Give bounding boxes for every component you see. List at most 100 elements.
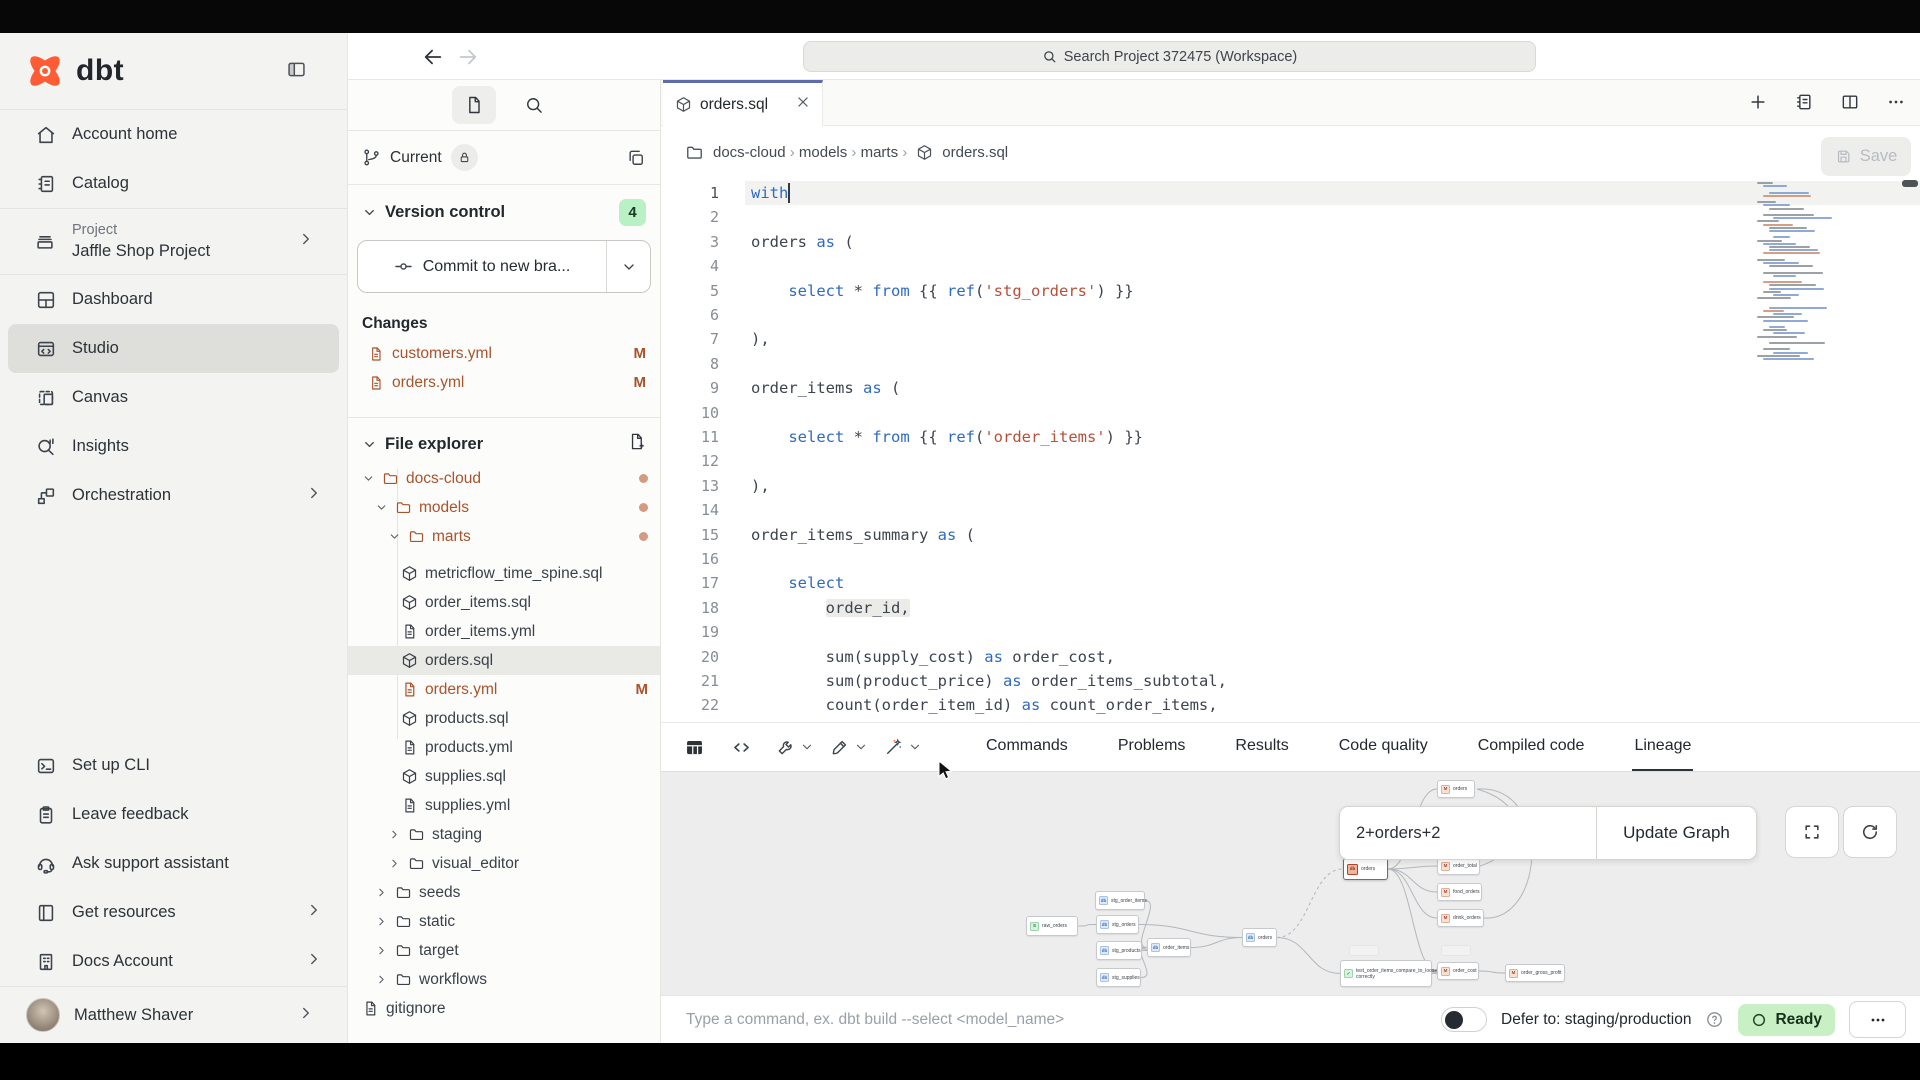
lineage-node-raw-orders[interactable]: Sraw_orders — [1026, 916, 1078, 936]
forward-button[interactable] — [455, 44, 481, 70]
breadcrumb-item-marts[interactable]: marts — [861, 144, 899, 161]
tree-item-staging[interactable]: staging — [348, 820, 660, 849]
lineage-node-stg-supplies[interactable]: dbstg_supplies — [1096, 968, 1141, 987]
update-graph-button[interactable]: Update Graph — [1596, 807, 1756, 859]
lineage-node-order-cost[interactable]: Morder_cost — [1437, 962, 1479, 980]
refresh-graph-button[interactable] — [1843, 806, 1897, 858]
code-editor[interactable]: 1with23orders as (45 select * from {{ re… — [661, 178, 1920, 722]
chevron-down-icon[interactable] — [908, 740, 922, 754]
editor-minimap[interactable] — [1757, 182, 1847, 364]
split-editor-icon[interactable] — [1840, 92, 1860, 117]
sidebar-item-ask-support-assistant[interactable]: Ask support assistant — [8, 839, 339, 888]
save-button[interactable]: Save — [1821, 137, 1911, 176]
file-explorer-header[interactable]: File explorer — [348, 418, 660, 464]
new-tab-icon[interactable] — [1748, 92, 1768, 117]
close-icon[interactable] — [796, 95, 810, 114]
changed-file-customers-yml[interactable]: customers.ymlM — [348, 339, 660, 368]
panel-tab-compiled-code[interactable]: Compiled code — [1476, 723, 1587, 771]
lineage-node-orders-sel[interactable]: dborders — [1343, 858, 1388, 880]
lineage-node-stg-order-items[interactable]: dbstg_order_items — [1095, 891, 1145, 910]
defer-toggle[interactable] — [1441, 1007, 1487, 1032]
sidebar-item-insights[interactable]: Insights — [8, 422, 339, 471]
panel-tab-results[interactable]: Results — [1233, 723, 1290, 771]
help-icon[interactable] — [1705, 1010, 1724, 1029]
project-search-bar[interactable]: Search Project 372475 (Workspace) — [803, 41, 1536, 72]
lineage-canvas[interactable]: Sraw_orders dbstg_order_items dbstg_orders… — [661, 772, 1920, 995]
tree-item-products-sql[interactable]: products.sql — [348, 704, 660, 733]
tree-item-orders-sql[interactable]: orders.sql — [348, 646, 660, 675]
sidebar-item-get-resources[interactable]: Get resources — [8, 888, 339, 937]
format-brush-button[interactable] — [824, 737, 856, 757]
sidebar-item-studio[interactable]: Studio — [8, 324, 339, 373]
panel-tab-commands[interactable]: Commands — [984, 723, 1070, 771]
fullscreen-button[interactable] — [1785, 806, 1839, 858]
tree-item-metricflow-time-spine-sql[interactable]: metricflow_time_spine.sql — [348, 559, 660, 588]
panel-tab-lineage[interactable]: Lineage — [1632, 723, 1693, 771]
tree-item-orders-yml[interactable]: orders.ymlM — [348, 675, 660, 704]
tree-item-visual-editor[interactable]: visual_editor — [348, 849, 660, 878]
sidebar-collapse-icon[interactable] — [286, 59, 307, 85]
copy-branch-icon[interactable] — [626, 148, 646, 168]
changed-file-orders-yml[interactable]: orders.ymlM — [348, 368, 660, 397]
branch-label[interactable]: Current — [390, 149, 442, 167]
breadcrumb-file[interactable]: orders.sql — [942, 144, 1008, 161]
sidebar-item-set-up-cli[interactable]: Set up CLI — [8, 741, 339, 790]
sidebar-item-user[interactable]: Matthew Shaver — [8, 987, 339, 1043]
search-view-button[interactable] — [512, 86, 556, 124]
chevron-down-icon[interactable] — [800, 740, 814, 754]
sidebar-item-account-home[interactable]: Account home — [8, 110, 339, 159]
sidebar-item-project[interactable]: Project Jaffle Shop Project — [8, 209, 339, 274]
lineage-node-orders-top[interactable]: Morders — [1437, 780, 1475, 798]
editor-scrollbar-thumb[interactable] — [1902, 180, 1918, 187]
lineage-node-food-orders[interactable]: Mfood_orders — [1437, 883, 1482, 901]
more-actions-button[interactable] — [1849, 1001, 1906, 1038]
ai-fix-wand-button[interactable] — [878, 737, 910, 757]
preview-table-button[interactable] — [678, 737, 711, 758]
tree-item-products-yml[interactable]: products.yml — [348, 733, 660, 762]
tree-item-seeds[interactable]: seeds — [348, 878, 660, 907]
sidebar-item-docs-account[interactable]: Docs Account — [8, 937, 339, 986]
tree-item-target[interactable]: target — [348, 936, 660, 965]
lineage-node-orders-mid[interactable]: dborders — [1242, 928, 1277, 947]
commit-options-button[interactable] — [606, 241, 650, 292]
tree-item-static[interactable]: static — [348, 907, 660, 936]
tree-item-order-items-yml[interactable]: order_items.yml — [348, 617, 660, 646]
status-badge[interactable]: Ready — [1738, 1004, 1835, 1036]
panel-tab-code-quality[interactable]: Code quality — [1337, 723, 1430, 771]
breadcrumb-item-docs-cloud[interactable]: docs-cloud — [713, 144, 786, 161]
lineage-node-stg-products[interactable]: dbstg_products — [1096, 941, 1142, 960]
tree-item-workflows[interactable]: workflows — [348, 965, 660, 994]
lineage-node-test-orders[interactable]: ✓test_order_items_compare_to_loose corre… — [1340, 960, 1432, 987]
build-wrench-button[interactable] — [770, 737, 802, 757]
chevron-down-icon[interactable] — [854, 740, 868, 754]
lineage-node-order-items[interactable]: dborder_items — [1147, 938, 1191, 957]
tree-item-order-items-sql[interactable]: order_items.sql — [348, 588, 660, 617]
lineage-node-order-gross-profit[interactable]: Morder_gross_profit — [1505, 964, 1565, 982]
breadcrumb-item-models[interactable]: models — [799, 144, 847, 161]
lineage-node-drink-orders[interactable]: Mdrink_orders — [1437, 909, 1484, 927]
new-file-icon[interactable] — [627, 432, 646, 456]
files-view-button[interactable] — [452, 86, 496, 124]
command-input[interactable] — [686, 1011, 1441, 1029]
tree-item-docs-cloud[interactable]: docs-cloud — [348, 464, 660, 493]
sidebar-item-orchestration[interactable]: Orchestration — [8, 471, 339, 520]
tree-item-supplies-yml[interactable]: supplies.yml — [348, 791, 660, 820]
panel-tab-problems[interactable]: Problems — [1116, 723, 1188, 771]
sidebar-item-canvas[interactable]: Canvas — [8, 373, 339, 422]
lineage-node-stg-orders[interactable]: dbstg_orders — [1096, 915, 1139, 934]
compile-code-button[interactable] — [725, 737, 758, 758]
sidebar-item-dashboard[interactable]: Dashboard — [8, 275, 339, 324]
tree-item-marts[interactable]: marts — [348, 522, 660, 551]
back-button[interactable] — [420, 44, 446, 70]
tree-item-models[interactable]: models — [348, 493, 660, 522]
more-options-icon[interactable] — [1886, 92, 1906, 117]
sidebar-item-catalog[interactable]: Catalog — [8, 159, 339, 208]
version-control-header[interactable]: Version control 4 — [348, 185, 660, 236]
sidebar-item-leave-feedback[interactable]: Leave feedback — [8, 790, 339, 839]
tab-orders-sql[interactable]: orders.sql — [663, 80, 823, 126]
tree-item-supplies-sql[interactable]: supplies.sql — [348, 762, 660, 791]
lineage-selector-input[interactable] — [1340, 807, 1596, 859]
commit-button[interactable]: Commit to new bra... — [357, 240, 651, 293]
notebook-icon[interactable] — [1794, 92, 1814, 117]
tree-item-gitignore[interactable]: gitignore — [348, 994, 660, 1023]
